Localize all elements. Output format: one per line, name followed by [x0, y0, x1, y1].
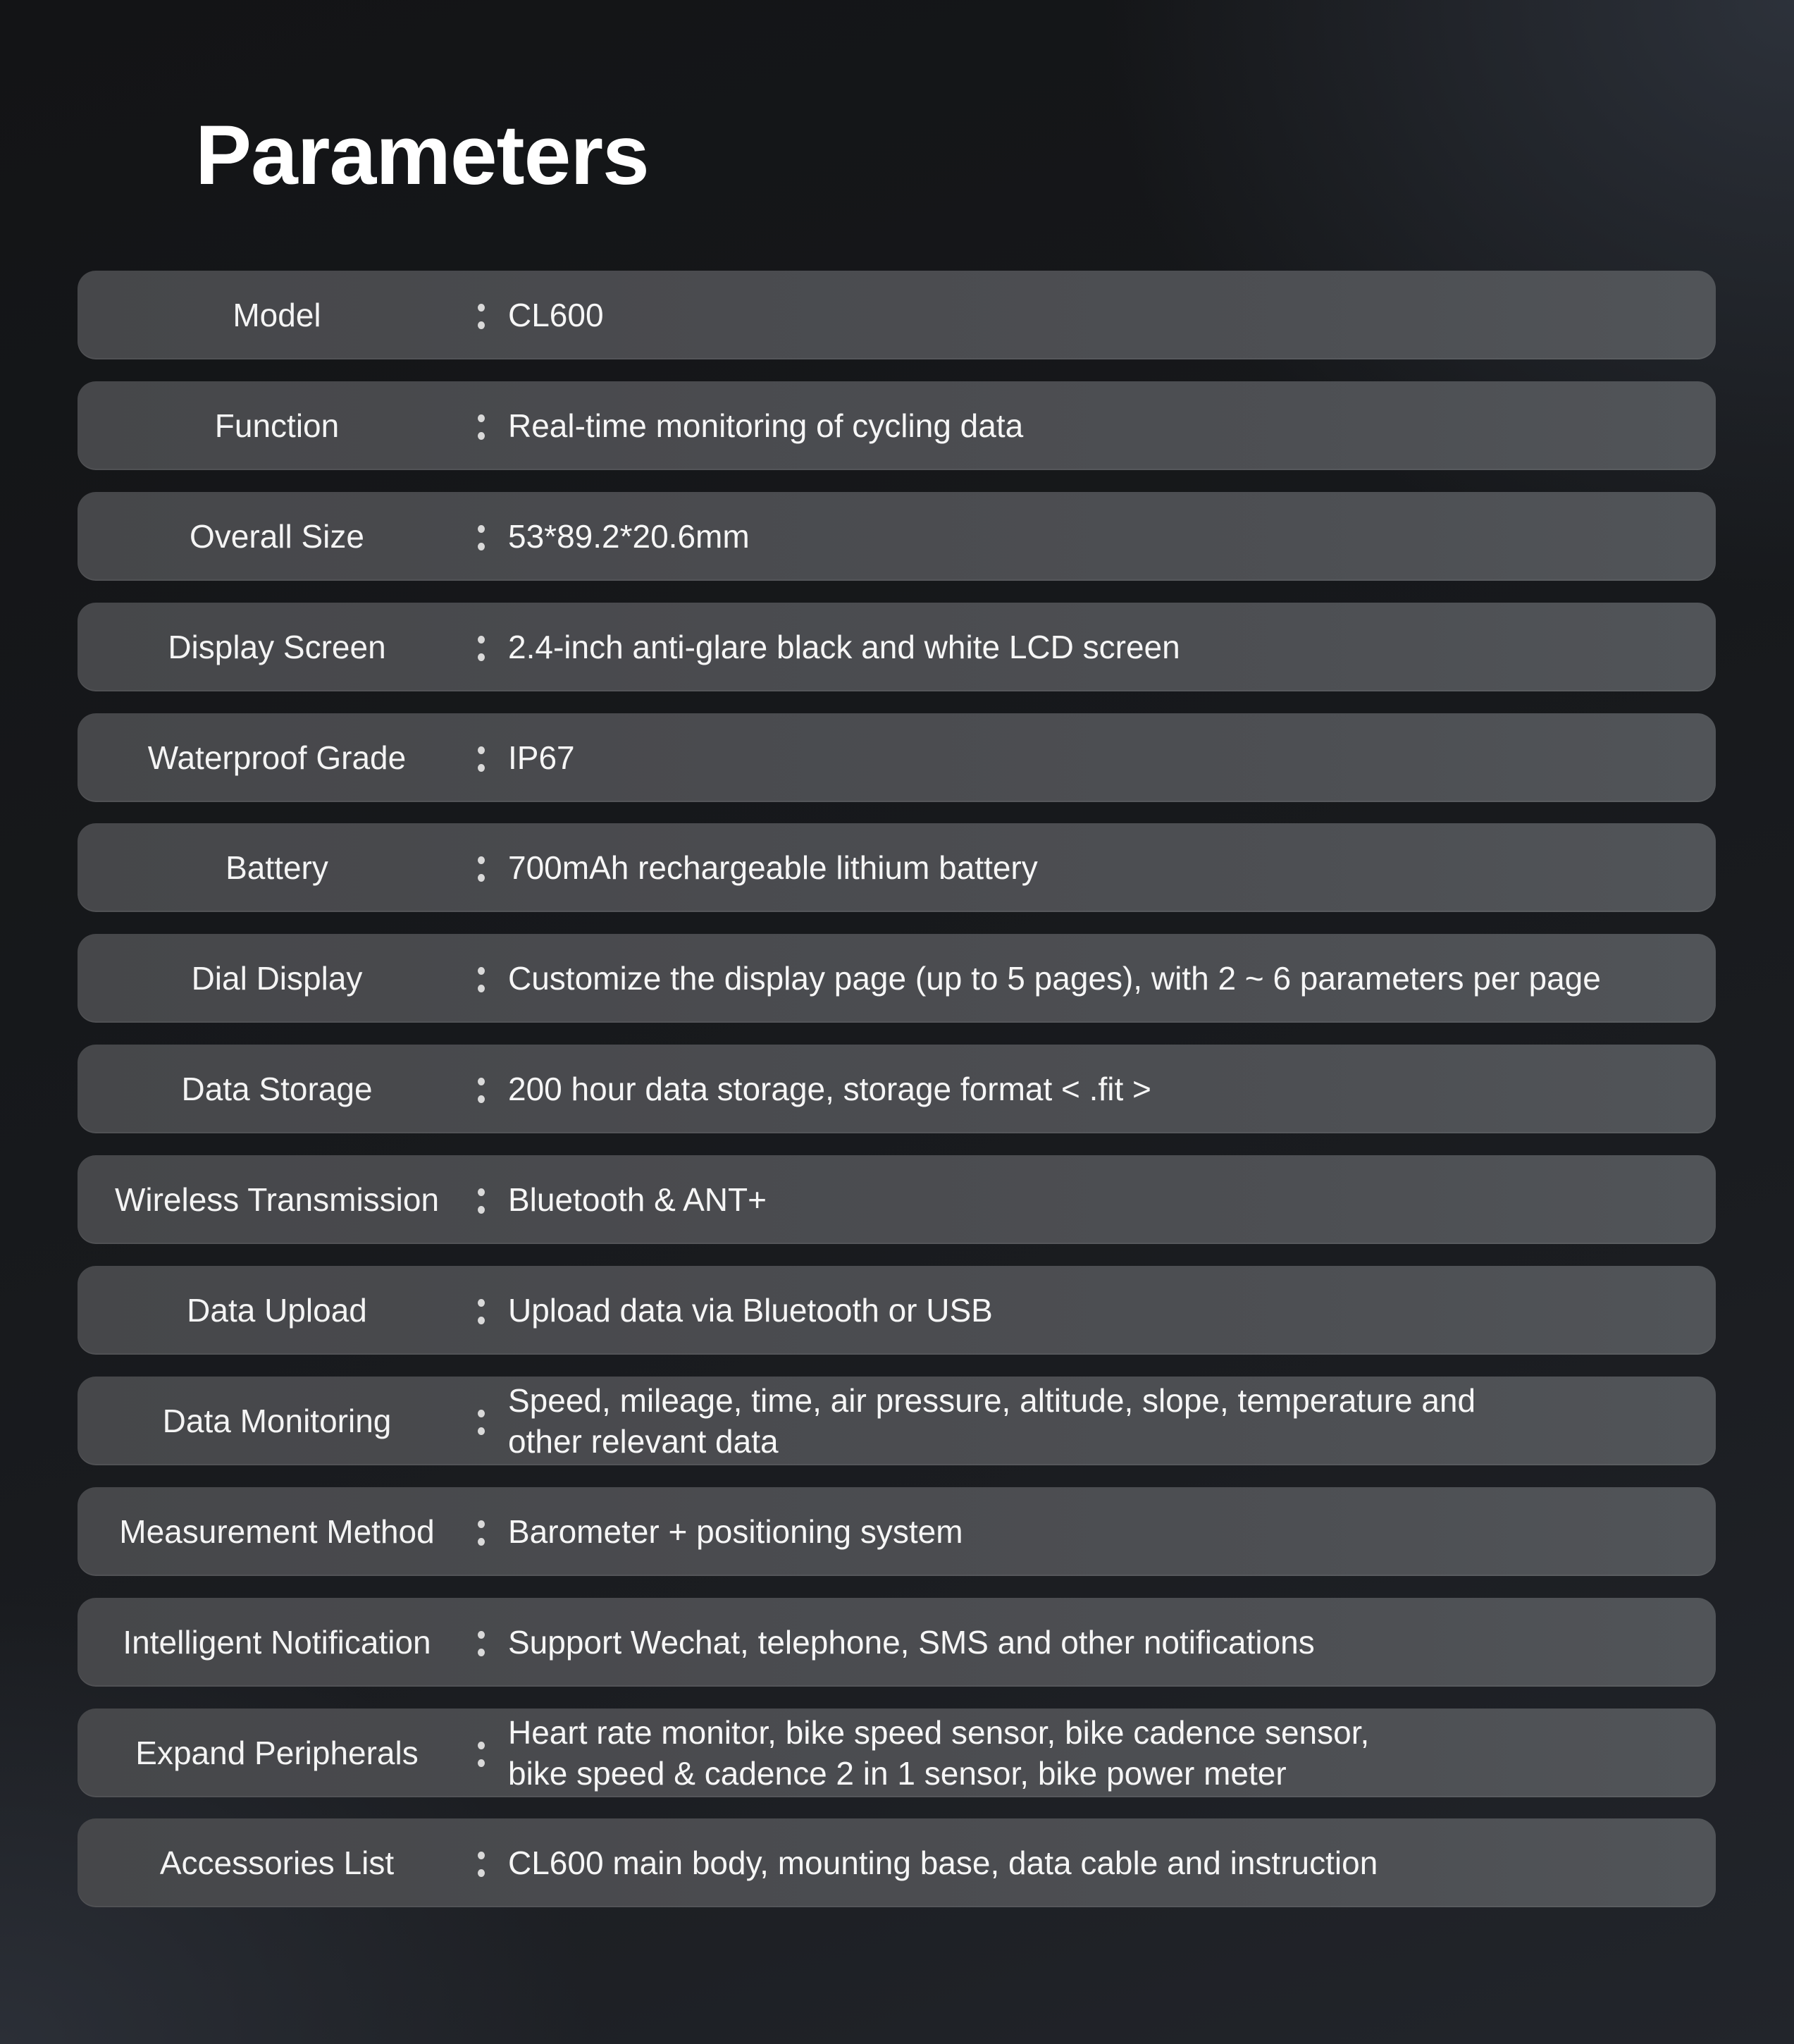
- param-label: Overall Size: [190, 517, 364, 555]
- param-value: Speed, mileage, time, air pressure, alti…: [508, 1381, 1476, 1460]
- param-label: Accessories List: [159, 1845, 395, 1882]
- param-label: Function: [214, 407, 340, 444]
- param-value: CL600: [508, 297, 604, 333]
- colon-separator: [476, 1709, 486, 1797]
- param-label: Intelligent Notification: [123, 1623, 431, 1661]
- param-value: Heart rate monitor, bike speed sensor, b…: [508, 1713, 1370, 1792]
- colon-separator: [476, 934, 486, 1023]
- colon-separator: [476, 1598, 486, 1687]
- param-row-overall-size: Overall Size 53*89.2*20.6mm: [78, 491, 1716, 581]
- param-row-expand-peripherals: Expand Peripherals Heart rate monitor, b…: [78, 1708, 1716, 1797]
- param-row-function: Function Real-time monitoring of cycling…: [78, 381, 1716, 470]
- colon-separator: [476, 603, 486, 691]
- colon-separator: [476, 492, 486, 581]
- param-row-waterproof-grade: Waterproof Grade IP67: [78, 713, 1716, 802]
- param-value: CL600 main body, mounting base, data cab…: [508, 1845, 1378, 1882]
- param-value: Bluetooth & ANT+: [508, 1181, 767, 1219]
- param-value: IP67: [508, 739, 575, 776]
- param-label: Waterproof Grade: [147, 739, 407, 776]
- colon-separator: [476, 1266, 486, 1355]
- param-value: 53*89.2*20.6mm: [508, 517, 750, 555]
- param-row-display-screen: Display Screen 2.4-inch anti-glare black…: [78, 602, 1716, 691]
- colon-separator: [476, 1818, 486, 1907]
- colon-separator: [476, 1487, 486, 1576]
- colon-separator: [476, 713, 486, 802]
- param-row-model: Model CL600: [78, 271, 1716, 359]
- param-label: Data Upload: [187, 1292, 367, 1329]
- param-value: 2.4-inch anti-glare black and white LCD …: [508, 628, 1180, 665]
- param-row-data-monitoring: Data Monitoring Speed, mileage, time, ai…: [78, 1376, 1716, 1465]
- param-label: Model: [233, 297, 321, 333]
- param-value: 200 hour data storage, storage format < …: [508, 1071, 1151, 1108]
- param-label: Dial Display: [191, 960, 363, 997]
- param-row-wireless-transmission: Wireless Transmission Bluetooth & ANT+: [78, 1155, 1716, 1245]
- param-value: 700mAh rechargeable lithium battery: [508, 849, 1038, 887]
- page-title: Parameters: [195, 108, 650, 202]
- param-label: Data Storage: [181, 1071, 373, 1108]
- parameters-table: Model CL600 Function Real-time monitorin…: [78, 271, 1716, 1929]
- param-row-accessories-list: Accessories List CL600 main body, mounti…: [78, 1818, 1716, 1908]
- param-value: Upload data via Bluetooth or USB: [508, 1292, 993, 1329]
- param-label: Expand Peripherals: [135, 1734, 419, 1771]
- param-label: Data Monitoring: [162, 1402, 392, 1439]
- param-label: Wireless Transmission: [114, 1181, 440, 1219]
- colon-separator: [476, 1377, 486, 1465]
- param-row-intelligent-notification: Intelligent Notification Support Wechat,…: [78, 1597, 1716, 1687]
- param-value: Real-time monitoring of cycling data: [508, 407, 1024, 444]
- param-value: Support Wechat, telephone, SMS and other…: [508, 1623, 1315, 1661]
- colon-separator: [476, 823, 486, 912]
- param-row-battery: Battery 700mAh rechargeable lithium batt…: [78, 823, 1716, 913]
- colon-separator: [476, 1045, 486, 1133]
- colon-separator: [476, 381, 486, 470]
- param-value: Barometer + positioning system: [508, 1513, 963, 1550]
- param-row-measurement-method: Measurement Method Barometer + positioni…: [78, 1486, 1716, 1576]
- colon-separator: [476, 271, 486, 359]
- param-row-dial-display: Dial Display Customize the display page …: [78, 934, 1716, 1023]
- colon-separator: [476, 1155, 486, 1244]
- param-label: Display Screen: [168, 628, 386, 665]
- param-label: Battery: [225, 849, 328, 887]
- param-row-data-storage: Data Storage 200 hour data storage, stor…: [78, 1045, 1716, 1134]
- param-value: Customize the display page (up to 5 page…: [508, 960, 1601, 997]
- param-label: Measurement Method: [119, 1513, 435, 1550]
- param-row-data-upload: Data Upload Upload data via Bluetooth or…: [78, 1266, 1716, 1355]
